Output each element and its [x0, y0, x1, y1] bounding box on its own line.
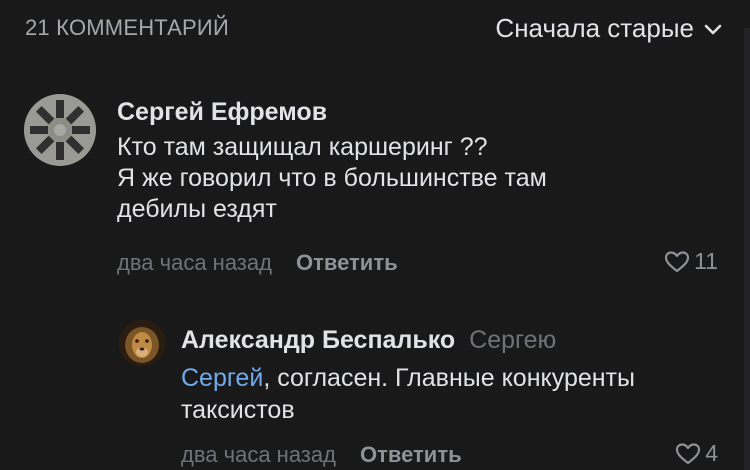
comment-text-line: дебилы ездят [117, 195, 277, 223]
comment-text-line: Кто там защищал каршеринг ?? [117, 133, 488, 161]
comment-text-line: Я же говорил что в большинстве там [117, 164, 547, 192]
mention-link[interactable]: Сергей [181, 364, 263, 392]
comment-text-line: таксистов [181, 396, 295, 424]
like-count: 4 [705, 440, 718, 466]
comment-text-fragment: , согласен. Главные конкуренты [263, 364, 635, 392]
comment-text-line: Сергей, согласен. Главные конкуренты [181, 363, 635, 394]
avatar-image [24, 94, 96, 166]
like-button[interactable]: 4 [675, 440, 718, 467]
comment-time: два часа назад [181, 442, 336, 467]
comment-author: Александр Беспалько Сергею [181, 326, 556, 355]
heart-outline-icon [676, 442, 701, 464]
comment-meta: два часа назад Ответить [117, 250, 398, 276]
avatar-image [119, 320, 165, 366]
comment-item: Сергей Ефремов Кто там защищал каршеринг… [0, 80, 750, 280]
comment-author[interactable]: Сергей Ефремов [117, 98, 327, 127]
reply-button[interactable]: Ответить [360, 442, 462, 468]
avatar[interactable] [119, 320, 165, 366]
reply-button[interactable]: Ответить [296, 250, 398, 276]
author-name[interactable]: Александр Беспалько [181, 326, 455, 354]
comment-reply-item: Александр Беспалько Сергею Сергей, соглас… [0, 300, 750, 470]
sort-dropdown[interactable]: Сначала старые [495, 13, 722, 44]
comments-count: 21 КОММЕНТАРИЙ [25, 15, 229, 40]
heart-outline-icon [665, 250, 690, 272]
like-count: 11 [694, 248, 718, 274]
avatar[interactable] [24, 94, 96, 166]
reply-to-label[interactable]: Сергею [469, 326, 556, 354]
like-button[interactable]: 11 [664, 248, 718, 275]
chevron-down-icon [704, 24, 722, 34]
comment-time: два часа назад [117, 250, 272, 275]
comment-meta: два часа назад Ответить [181, 442, 462, 468]
comments-header: 21 КОММЕНТАРИЙ Сначала старые [0, 0, 750, 60]
sort-label: Сначала старые [495, 13, 694, 43]
